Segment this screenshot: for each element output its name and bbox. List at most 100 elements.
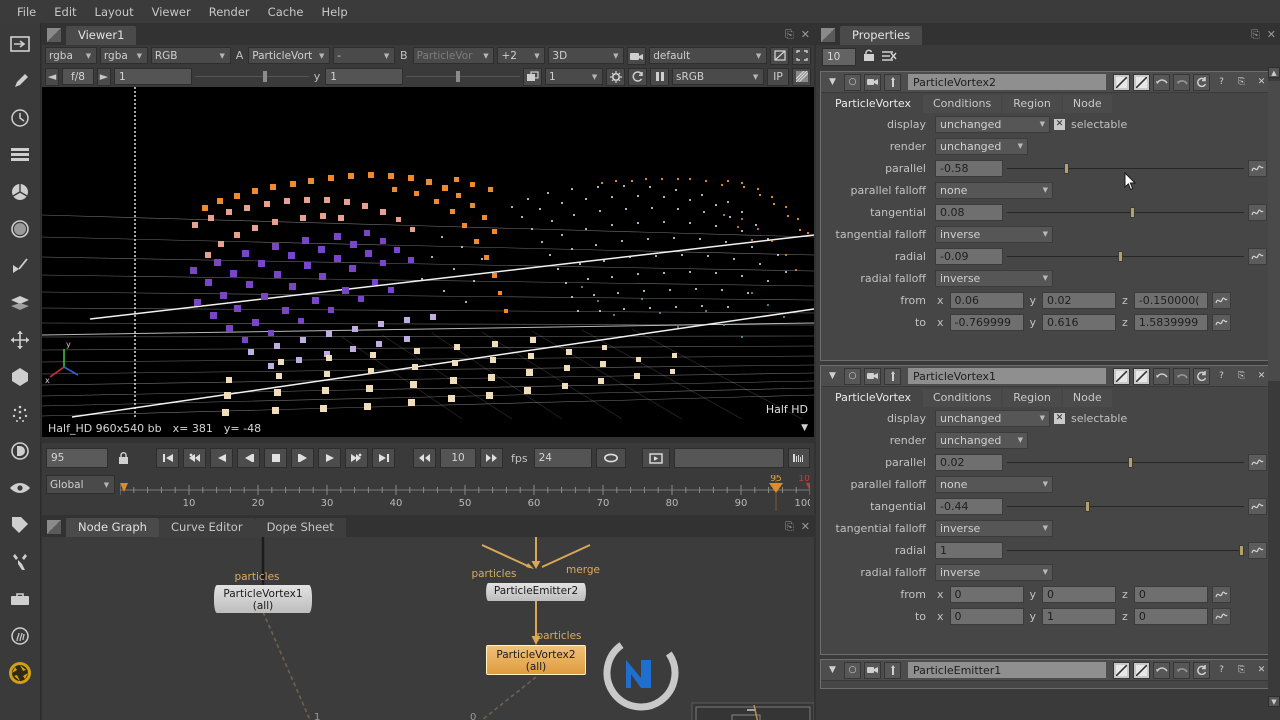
redo-icon[interactable]	[1193, 661, 1210, 679]
float-icon[interactable]: ⎘	[1233, 368, 1250, 385]
camera-icon[interactable]	[864, 73, 881, 91]
mask-a-icon[interactable]	[1113, 661, 1130, 679]
node-particlevortex2[interactable]: ParticleVortex2 (all)	[486, 645, 586, 675]
menu-help[interactable]: Help	[312, 3, 356, 21]
fps-input[interactable]: 24	[533, 448, 592, 468]
scroll-up-icon[interactable]: ▲	[1268, 67, 1280, 78]
to-y-input[interactable]: 0.616	[1042, 313, 1117, 331]
collapse-arrow-icon[interactable]: ▼	[824, 368, 841, 385]
parallel-animation-icon[interactable]	[1248, 159, 1267, 177]
clock-icon[interactable]	[7, 105, 33, 131]
to-z-input[interactable]: 0	[1133, 607, 1208, 625]
to-x-input[interactable]: -0.769999	[949, 313, 1024, 331]
view-mode-dropdown[interactable]: 3D ▼	[548, 47, 625, 64]
camera-icon[interactable]	[627, 46, 647, 65]
mask-b-icon[interactable]	[1133, 73, 1150, 91]
tab-curve-editor[interactable]: Curve Editor	[158, 518, 255, 537]
tab-region[interactable]: Region	[1003, 389, 1061, 407]
status-dropdown-caret[interactable]: ▼	[801, 423, 808, 433]
scroll-down-icon[interactable]: ▼	[1268, 696, 1280, 707]
gain-input[interactable]: 1	[114, 68, 192, 85]
menu-layout[interactable]: Layout	[86, 3, 143, 21]
pane-grip-icon[interactable]	[47, 520, 61, 534]
skip-back-icon[interactable]	[413, 448, 436, 468]
operation-dropdown[interactable]: - ▼	[333, 47, 396, 64]
help-icon[interactable]: ?	[1213, 74, 1230, 91]
frame-ruler[interactable]: 10 20 30 40 50 60 70 80 90 100 95 100	[119, 474, 816, 511]
clear-all-icon[interactable]	[882, 50, 897, 65]
prev-keyframe-icon[interactable]	[183, 448, 206, 468]
tab-particlevortex[interactable]: ParticleVortex	[825, 95, 921, 113]
viewer-canvas[interactable]: y x Half HD	[42, 87, 814, 419]
mask-a-icon[interactable]	[1113, 367, 1130, 385]
layer-icon[interactable]	[7, 290, 33, 316]
selectable-checkbox[interactable]: ✕	[1054, 118, 1065, 130]
tab-particlevortex[interactable]: ParticleVortex	[825, 389, 921, 407]
tab-conditions[interactable]: Conditions	[922, 389, 1002, 407]
range-mode-dropdown[interactable]: Global ▼	[46, 475, 115, 494]
pane-grip-icon[interactable]	[47, 28, 61, 42]
ip-button[interactable]: IP	[767, 67, 790, 86]
to-animation-icon[interactable]	[1211, 313, 1231, 331]
parallel-input[interactable]: 0.02	[935, 453, 1003, 471]
radial-animation-icon[interactable]	[1248, 541, 1267, 559]
tab-dope-sheet[interactable]: Dope Sheet	[254, 518, 346, 537]
paint-icon[interactable]	[7, 68, 33, 94]
roi-icon[interactable]	[792, 46, 812, 65]
color-picker-icon[interactable]	[884, 661, 901, 679]
parallel-animation-icon[interactable]	[1248, 453, 1267, 471]
parallel-input[interactable]: -0.58	[935, 159, 1003, 177]
redo-icon[interactable]	[1193, 367, 1210, 385]
radial-input[interactable]: 1	[935, 541, 1003, 559]
deep-icon[interactable]	[7, 438, 33, 464]
from-x-input[interactable]: 0	[949, 585, 1024, 603]
colorspace-dropdown[interactable]: sRGB ▼	[672, 68, 765, 85]
display-dropdown[interactable]: unchanged ▼	[935, 115, 1050, 133]
grain-icon[interactable]	[7, 216, 33, 242]
skip-forward-icon[interactable]	[480, 448, 503, 468]
layers-stack-icon[interactable]	[7, 142, 33, 168]
eye-icon[interactable]	[7, 475, 33, 501]
render-dropdown[interactable]: unchanged ▼	[935, 137, 1028, 155]
properties-lock-icon[interactable]	[862, 49, 876, 65]
tangential-slider[interactable]	[1007, 204, 1244, 221]
undo-icon[interactable]	[1173, 367, 1190, 385]
eye-icon[interactable]: ○	[844, 661, 861, 679]
step-forward-icon[interactable]	[291, 448, 314, 468]
tangential-input[interactable]: -0.44	[935, 497, 1003, 515]
gain-step-up-icon[interactable]: ►	[97, 67, 111, 86]
tab-node[interactable]: Node	[1062, 389, 1112, 407]
color-picker-icon[interactable]	[884, 367, 901, 385]
undo-icon[interactable]	[1173, 73, 1190, 91]
parallel-falloff-dropdown[interactable]: none ▼	[935, 475, 1053, 493]
menu-viewer[interactable]: Viewer	[143, 3, 200, 21]
stop-icon[interactable]	[264, 448, 287, 468]
proxy-scale-dropdown[interactable]: 1 ▼	[545, 68, 604, 85]
node-graph-canvas[interactable]: particles particles merge particles 1 0	[42, 537, 814, 720]
last-frame-icon[interactable]	[372, 448, 395, 468]
zoom-dropdown[interactable]: +2 ▼	[497, 47, 546, 64]
close-icon[interactable]: ✕	[1267, 28, 1276, 42]
lock-icon[interactable]	[112, 448, 134, 468]
radial-animation-icon[interactable]	[1248, 247, 1267, 265]
display-dropdown[interactable]: unchanged ▼	[935, 409, 1050, 427]
play-backward-icon[interactable]	[210, 448, 233, 468]
properties-scrollbar[interactable]: ▲ ▼	[1268, 67, 1280, 707]
float-icon[interactable]: ⎘	[785, 520, 794, 534]
undo-icon[interactable]	[1173, 661, 1190, 679]
tangential-falloff-dropdown[interactable]: inverse ▼	[935, 519, 1053, 537]
range-input[interactable]	[673, 448, 784, 468]
tab-node-graph[interactable]: Node Graph	[66, 518, 159, 537]
import-icon[interactable]	[7, 31, 33, 57]
from-y-input[interactable]: 0	[1042, 585, 1117, 603]
to-x-input[interactable]: 0	[949, 607, 1024, 625]
checkerboard-icon[interactable]	[792, 67, 812, 86]
render-dropdown[interactable]: unchanged ▼	[935, 431, 1028, 449]
tangential-input[interactable]: 0.08	[935, 203, 1003, 221]
gain-step-value[interactable]: f/8	[62, 68, 94, 85]
float-icon[interactable]: ⎘	[1233, 74, 1250, 91]
mask-b-icon[interactable]	[1133, 661, 1150, 679]
node-name-field[interactable]: ParticleEmitter1	[908, 662, 1106, 678]
pause-icon[interactable]	[650, 67, 670, 86]
tools-icon[interactable]	[7, 549, 33, 575]
